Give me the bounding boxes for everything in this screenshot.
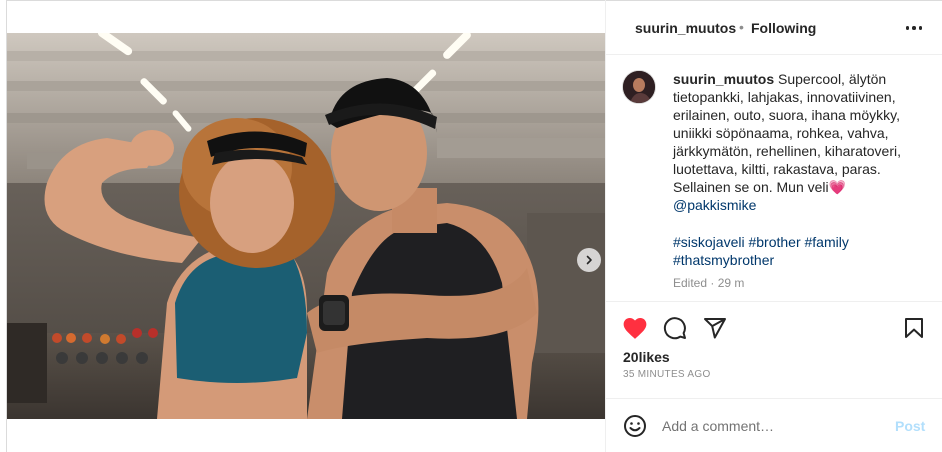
header-separator: •: [739, 19, 744, 35]
following-button[interactable]: Following: [751, 20, 816, 36]
post-caption: suurin_muutos Supercool, älytön tietopan…: [673, 70, 935, 214]
post-time[interactable]: 35 MINUTES AGO: [623, 369, 711, 380]
header-username-link[interactable]: suurin_muutos: [635, 20, 736, 36]
post-photo[interactable]: [7, 33, 605, 419]
comment-bubble-icon[interactable]: [663, 316, 687, 340]
hashtag-links-line[interactable]: #siskojaveli #brother #family: [673, 233, 935, 251]
bookmark-icon[interactable]: [904, 317, 924, 339]
caption-text-line: uniikki söpönaama, rohkea, vahva,: [673, 125, 889, 141]
carousel-next-button[interactable]: [577, 248, 601, 272]
avatar-image: [623, 71, 655, 103]
mention-link[interactable]: @pakkismike: [673, 196, 935, 214]
caption-text-line: luotettava, kiltti, rakastava, paras.: [673, 161, 881, 177]
hashtags: #siskojaveli #brother #family #thatsmybr…: [673, 233, 935, 269]
divider: [606, 301, 942, 302]
caption-text-line: järkkymätön, rehellinen, kiharatoveri,: [673, 143, 901, 159]
chevron-right-icon: [586, 255, 592, 265]
instagram-post-window: suurin_muutos • Following suurin_muutos …: [0, 0, 942, 452]
ellipsis-icon: [905, 26, 910, 30]
gym-photo-illustration: [7, 33, 605, 419]
post-details-panel: suurin_muutos • Following suurin_muutos …: [605, 0, 942, 452]
divider: [606, 398, 942, 399]
comment-input[interactable]: [662, 415, 882, 437]
smiley-icon[interactable]: [623, 414, 647, 438]
post-comment-button[interactable]: Post: [895, 418, 925, 434]
more-options-button[interactable]: [904, 18, 924, 38]
post-header: suurin_muutos • Following: [606, 0, 942, 55]
caption-text-line: Supercool, älytön: [778, 71, 887, 87]
paper-plane-icon[interactable]: [703, 316, 727, 340]
likes-count[interactable]: 20likes: [623, 349, 670, 365]
heart-filled-icon[interactable]: [622, 316, 648, 340]
caption-text-line: tietopankki, lahjakas, innovatiivinen,: [673, 89, 896, 105]
hashtag-link[interactable]: #thatsmybrother: [673, 251, 935, 269]
caption-text-line: erilainen, outo, suora, ihana möykky,: [673, 107, 900, 123]
caption-text-line: Sellainen se on. Mun veli💗: [673, 179, 847, 195]
avatar[interactable]: [622, 70, 656, 104]
caption-username-link[interactable]: suurin_muutos: [673, 71, 774, 87]
edited-timestamp: Edited · 29 m: [673, 276, 745, 290]
